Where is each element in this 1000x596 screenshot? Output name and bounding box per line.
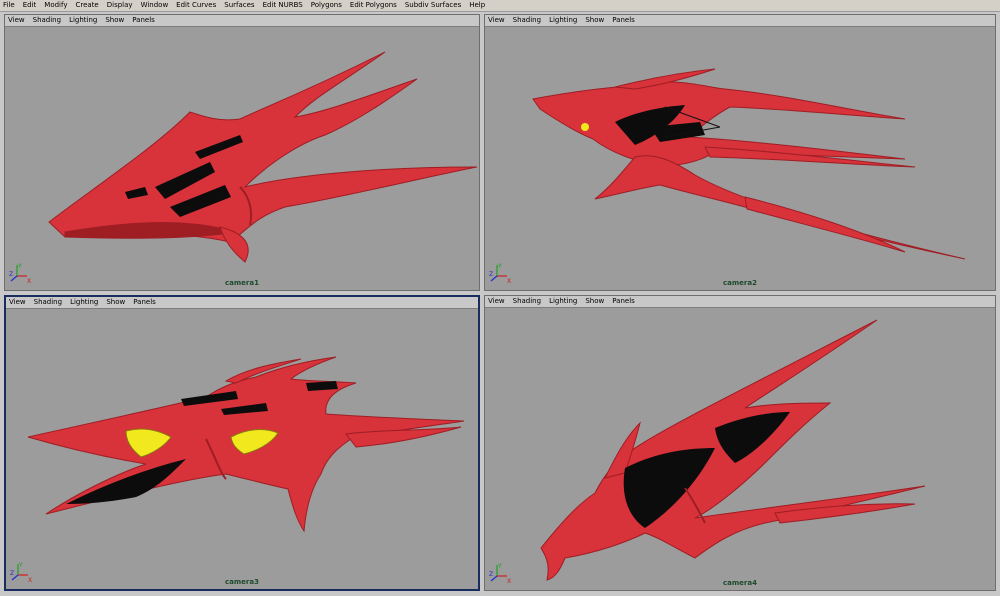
- camera-label: camera3: [225, 578, 259, 586]
- hull-surface: [219, 226, 249, 263]
- panel-menu-shading[interactable]: Shading: [30, 297, 66, 308]
- menu-polygons[interactable]: Polygons: [307, 0, 346, 11]
- panel-menu-view[interactable]: View: [485, 296, 509, 307]
- menu-edit[interactable]: Edit: [19, 0, 41, 11]
- panel-menu-shading[interactable]: Shading: [509, 296, 545, 307]
- viewport-panel-camera2[interactable]: View Shading Lighting Show Panels X Y Z …: [484, 14, 996, 291]
- panel-menu-show[interactable]: Show: [101, 15, 128, 26]
- panel-menu-panels[interactable]: Panels: [129, 297, 160, 308]
- viewport-camera2[interactable]: X Y Z camera2: [485, 27, 995, 290]
- panel-menu-shading[interactable]: Shading: [29, 15, 65, 26]
- panel-menu-lighting[interactable]: Lighting: [545, 15, 581, 26]
- panel-menubar: View Shading Lighting Show Panels: [5, 15, 479, 27]
- panel-menu-view[interactable]: View: [6, 297, 30, 308]
- cockpit-glow: [581, 123, 589, 131]
- panel-menu-lighting[interactable]: Lighting: [545, 296, 581, 307]
- camera-label: camera4: [723, 579, 757, 587]
- hull-surface: [744, 196, 906, 253]
- menu-surfaces[interactable]: Surfaces: [220, 0, 258, 11]
- viewport-panel-camera3[interactable]: View Shading Lighting Show Panels X Y Z …: [4, 295, 480, 591]
- panel-menubar: View Shading Lighting Show Panels: [485, 296, 995, 308]
- ship-model: [532, 68, 966, 260]
- hull-surface: [48, 51, 478, 243]
- viewport-panel-camera1[interactable]: View Shading Lighting Show Panels X Y Z …: [4, 14, 480, 291]
- panel-menu-lighting[interactable]: Lighting: [66, 297, 102, 308]
- menu-window[interactable]: Window: [137, 0, 173, 11]
- menu-edit-nurbs[interactable]: Edit NURBS: [259, 0, 307, 11]
- menu-modify[interactable]: Modify: [40, 0, 71, 11]
- axis-label-y: Y: [18, 562, 23, 569]
- menu-file[interactable]: File: [0, 0, 19, 11]
- axis-label-z: Z: [489, 271, 493, 278]
- axis-label-z: Z: [489, 571, 493, 578]
- main-menubar: File Edit Modify Create Display Window E…: [0, 0, 1000, 12]
- panel-menu-view[interactable]: View: [485, 15, 509, 26]
- camera-label: camera1: [225, 279, 259, 287]
- axis-label-y: Y: [497, 563, 502, 570]
- viewport-panel-camera4[interactable]: View Shading Lighting Show Panels X Y Z …: [484, 295, 996, 591]
- menu-edit-curves[interactable]: Edit Curves: [172, 0, 220, 11]
- panel-menu-show[interactable]: Show: [102, 297, 129, 308]
- panel-menu-shading[interactable]: Shading: [509, 15, 545, 26]
- panel-menu-show[interactable]: Show: [581, 296, 608, 307]
- axis-label-z: Z: [10, 570, 14, 577]
- panel-menu-show[interactable]: Show: [581, 15, 608, 26]
- menu-create[interactable]: Create: [71, 0, 102, 11]
- panel-menu-panels[interactable]: Panels: [128, 15, 159, 26]
- panel-menu-panels[interactable]: Panels: [608, 296, 639, 307]
- viewport-camera3[interactable]: X Y Z camera3: [6, 309, 478, 589]
- menu-edit-polygons[interactable]: Edit Polygons: [346, 0, 401, 11]
- viewport-camera4[interactable]: X Y Z camera4: [485, 308, 995, 590]
- viewport-camera1[interactable]: X Y Z camera1: [5, 27, 479, 290]
- panel-menu-lighting[interactable]: Lighting: [65, 15, 101, 26]
- panel-menubar: View Shading Lighting Show Panels: [485, 15, 995, 27]
- menu-help[interactable]: Help: [465, 0, 489, 11]
- camera-label: camera2: [723, 279, 757, 287]
- ship-model: [48, 51, 478, 263]
- ship-model: [540, 319, 926, 581]
- panel-menu-panels[interactable]: Panels: [608, 15, 639, 26]
- panel-menubar: View Shading Lighting Show Panels: [6, 297, 478, 309]
- menu-display[interactable]: Display: [103, 0, 137, 11]
- axis-label-y: Y: [17, 263, 22, 270]
- panel-menu-view[interactable]: View: [5, 15, 29, 26]
- axis-label-y: Y: [497, 263, 502, 270]
- ship-model: [27, 356, 465, 533]
- menu-subdiv-surfaces[interactable]: Subdiv Surfaces: [401, 0, 465, 11]
- axis-label-z: Z: [9, 271, 13, 278]
